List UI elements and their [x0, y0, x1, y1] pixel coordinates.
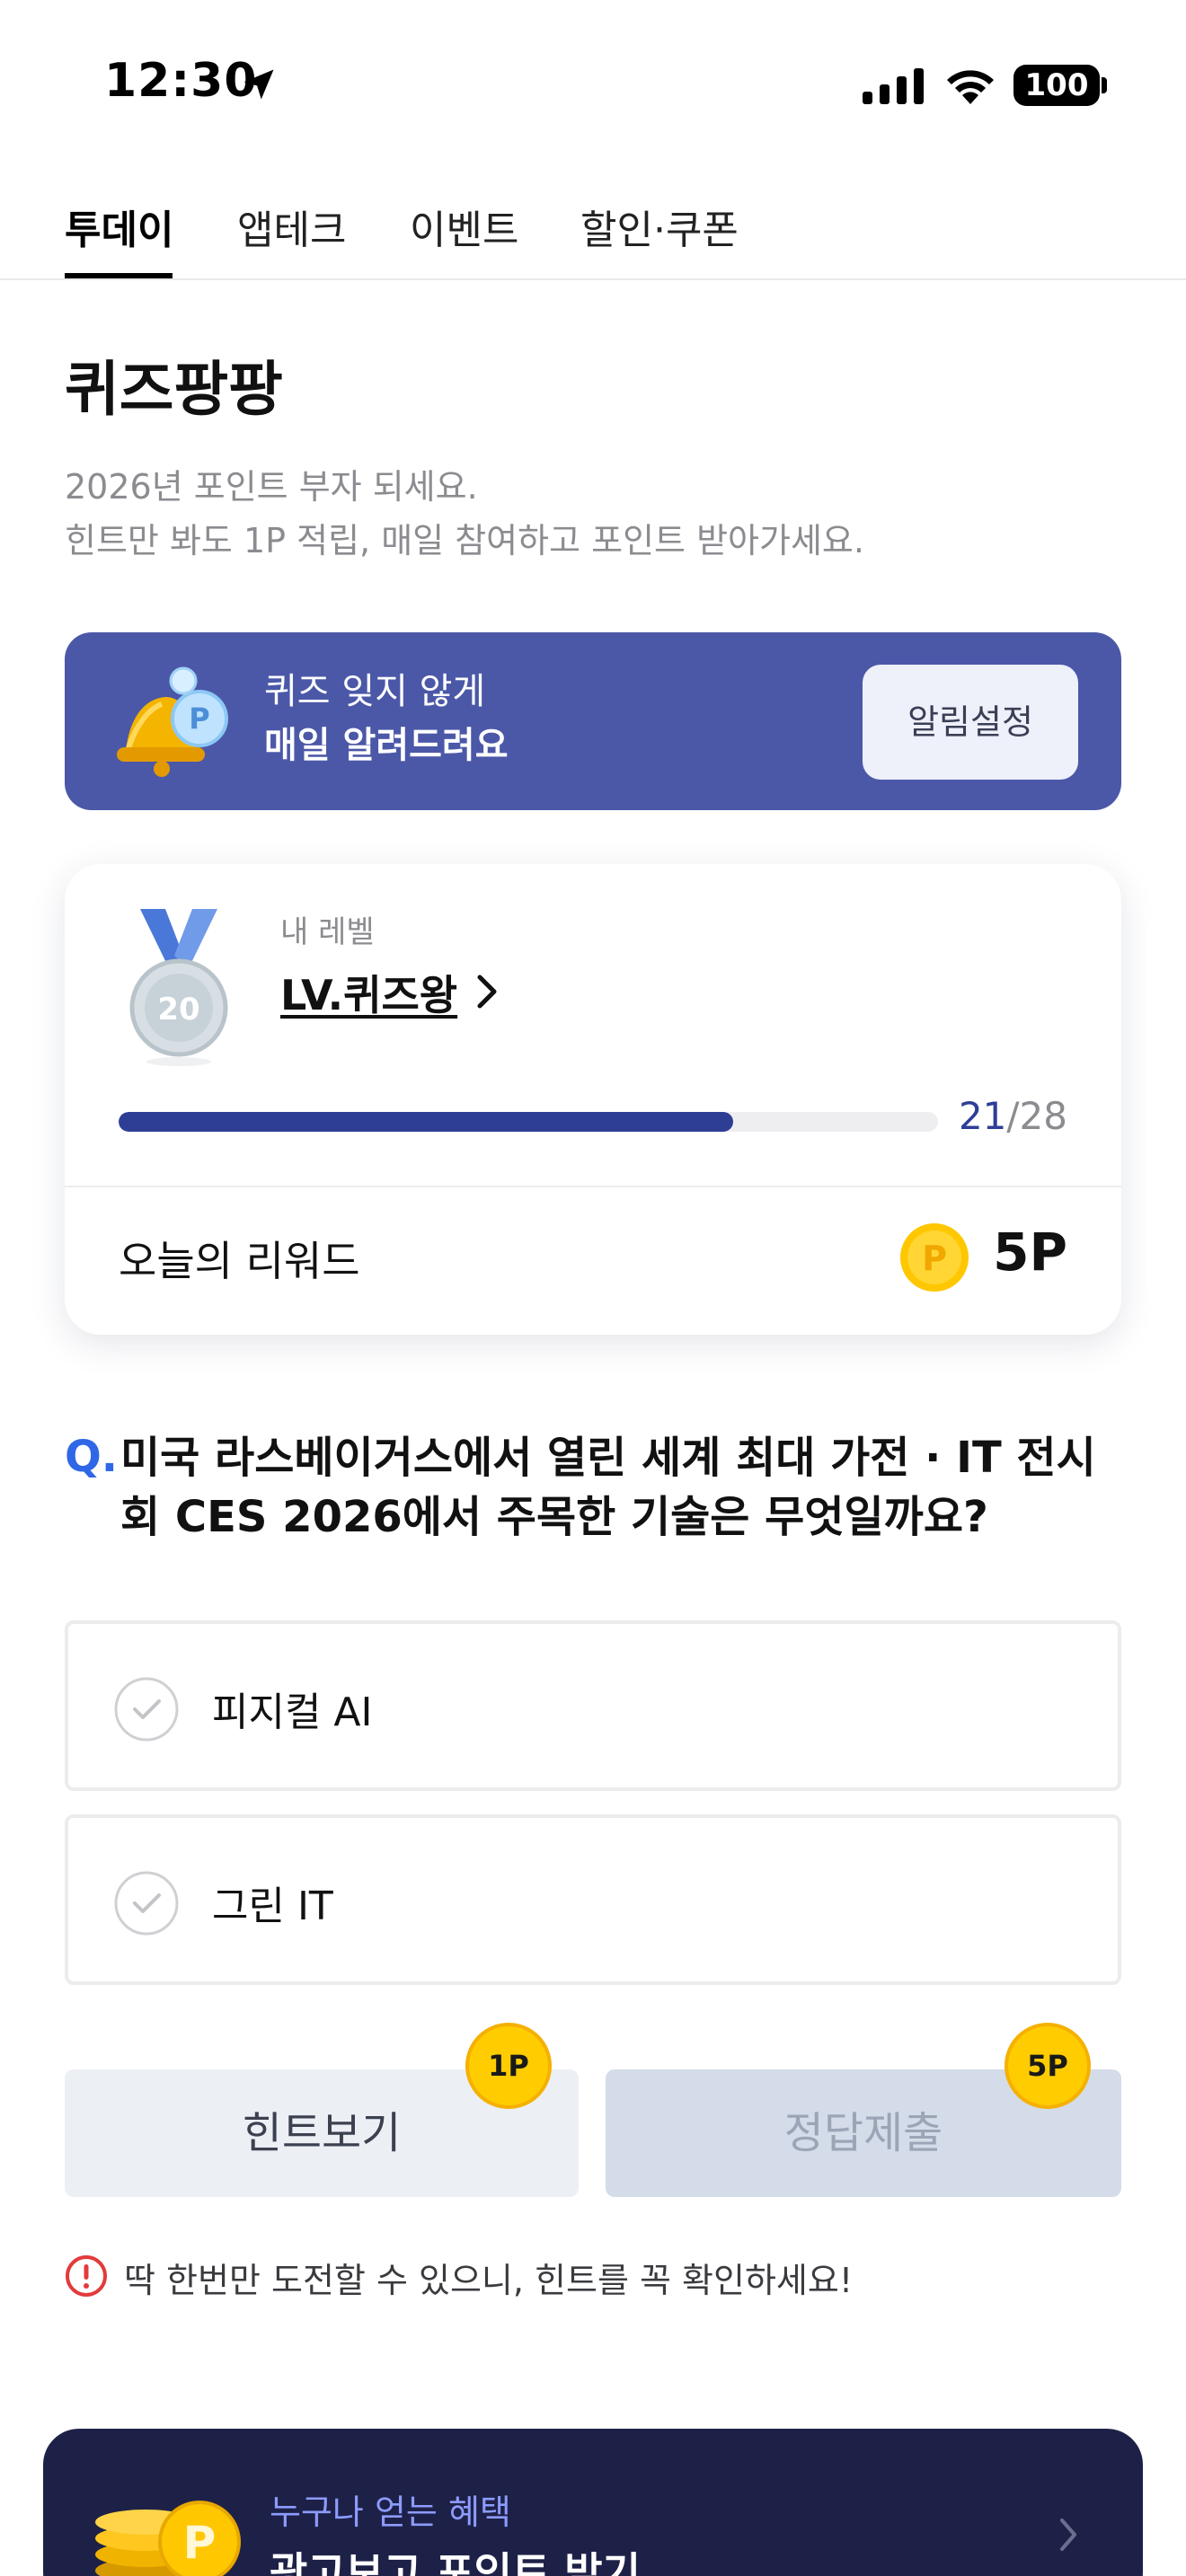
- chevron-right-icon: [1060, 2519, 1076, 2551]
- status-bar: 12:30 100: [0, 0, 1186, 162]
- level-card: 20 내 레벨 LV.퀴즈왕 21/28 오늘의 리워드 P 5P: [65, 864, 1121, 1335]
- warning-text: 딱 한번만 도전할 수 있으니, 힌트를 꼭 확인하세요!: [124, 2261, 854, 2300]
- chevron-right-icon[interactable]: [471, 970, 503, 1013]
- tab-event[interactable]: 이벤트: [410, 198, 518, 255]
- level-progress-count: 21/28: [959, 1094, 1067, 1138]
- check-circle-icon: [114, 1871, 179, 1936]
- progress-current: 21: [958, 1094, 1007, 1138]
- coin-stack-icon: P: [95, 2501, 241, 2576]
- coin-symbol: P: [922, 1239, 947, 1278]
- banner-line-1: 퀴즈 잊지 않게: [264, 671, 486, 712]
- tab-bar: 투데이 앱테크 이벤트 할인·쿠폰: [0, 176, 1186, 280]
- active-tab-indicator: [65, 273, 173, 278]
- tab-apptech[interactable]: 앱테크: [237, 198, 346, 255]
- todays-reward-label: 오늘의 리워드: [119, 1237, 360, 1285]
- wifi-icon: [947, 70, 994, 104]
- banner-message: 퀴즈 잊지 않게 매일 알려드려요: [264, 665, 509, 772]
- medal-icon: 20: [129, 909, 228, 1066]
- answer-option-2[interactable]: 그린 IT: [65, 1814, 1121, 1985]
- ad-banner-title: 광고보고 포인트 받기: [270, 2548, 641, 2576]
- ad-banner-subtitle: 누구나 얻는 혜택: [270, 2492, 511, 2532]
- medal-number: 20: [157, 992, 199, 1028]
- hint-point-badge: 1P: [465, 2023, 552, 2109]
- cellular-signal-icon: [863, 68, 924, 104]
- option-label: 그린 IT: [212, 1883, 333, 1929]
- ad-reward-banner[interactable]: P 누구나 얻는 혜택 광고보고 포인트 받기: [43, 2429, 1143, 2576]
- banner-line-2: 매일 알려드려요: [264, 725, 509, 766]
- level-name-link[interactable]: LV.퀴즈왕: [280, 963, 457, 1022]
- tab-today[interactable]: 투데이: [65, 198, 173, 255]
- progress-total: /28: [1006, 1094, 1067, 1138]
- battery-tip: [1102, 77, 1107, 93]
- svg-text:P: P: [183, 2517, 217, 2569]
- warning-icon: [66, 2255, 107, 2297]
- question-text: 미국 라스베이거스에서 열린 세계 최대 가전 · IT 전시회 CES 202…: [120, 1433, 1096, 1542]
- tab-discount-coupon[interactable]: 할인·쿠폰: [580, 198, 739, 255]
- notification-banner: P 퀴즈 잊지 않게 매일 알려드려요 알림설정: [65, 632, 1121, 810]
- check-circle-icon: [114, 1677, 179, 1742]
- bell-icon: P: [117, 666, 228, 777]
- status-time: 12:30: [104, 54, 258, 108]
- option-label: 피지컬 AI: [212, 1689, 373, 1735]
- level-progress-fill: [119, 1112, 733, 1132]
- page-title: 퀴즈팡팡: [65, 355, 283, 424]
- answer-option-1[interactable]: 피지컬 AI: [65, 1620, 1121, 1791]
- battery-indicator: 100: [1013, 65, 1100, 106]
- location-arrow-icon: [243, 69, 274, 100]
- page-subtitle: 2026년 포인트 부자 되세요. 힌트만 봐도 1P 적립, 매일 참여하고 …: [65, 460, 864, 568]
- my-level-label: 내 레벨: [280, 914, 375, 950]
- svg-text:P: P: [189, 701, 209, 736]
- level-progress-bar: [119, 1112, 938, 1132]
- point-coin-icon: P: [900, 1223, 969, 1292]
- submit-point-badge: 5P: [1005, 2023, 1091, 2109]
- subtitle-line-1: 2026년 포인트 부자 되세요.: [65, 467, 478, 507]
- todays-reward-value: 5P: [993, 1222, 1067, 1283]
- card-divider: [65, 1186, 1121, 1187]
- question-prefix: Q.: [65, 1432, 119, 1482]
- alarm-settings-button[interactable]: 알림설정: [863, 665, 1078, 780]
- subtitle-line-2: 힌트만 봐도 1P 적립, 매일 참여하고 포인트 받아가세요.: [65, 521, 864, 560]
